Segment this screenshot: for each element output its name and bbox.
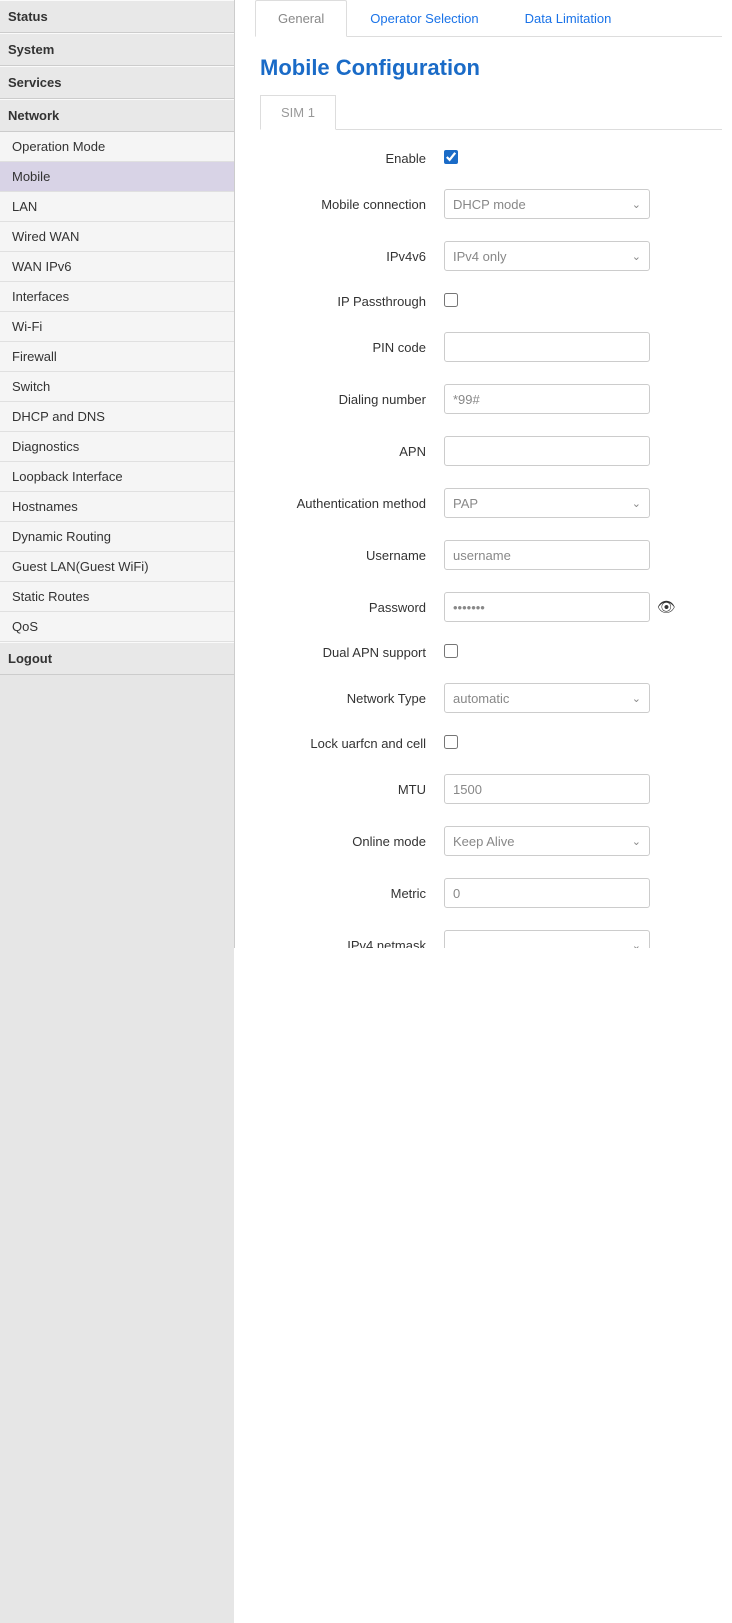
label-network-type: Network Type: [260, 691, 444, 706]
input-dialing-number[interactable]: [444, 384, 650, 414]
sidebar-sub-lan[interactable]: LAN: [0, 192, 234, 222]
tab-data-limitation[interactable]: Data Limitation: [502, 0, 635, 37]
select-value: Keep Alive: [453, 834, 514, 849]
label-mtu: MTU: [260, 782, 444, 797]
sidebar-sub-qos[interactable]: QoS: [0, 612, 234, 642]
label-ipv4v6: IPv4v6: [260, 249, 444, 264]
sidebar-sub-switch[interactable]: Switch: [0, 372, 234, 402]
sidebar-item-system[interactable]: System: [0, 33, 234, 66]
tab-sim1[interactable]: SIM 1: [260, 95, 336, 130]
select-network-type[interactable]: automatic ⌄: [444, 683, 650, 713]
sidebar-item-status[interactable]: Status: [0, 0, 234, 33]
chevron-down-icon: ⌄: [632, 198, 641, 211]
input-metric[interactable]: [444, 878, 650, 908]
label-dialing-number: Dialing number: [260, 392, 444, 407]
select-value: PAP: [453, 496, 478, 511]
input-password[interactable]: [444, 592, 650, 622]
sidebar-fill: [0, 675, 234, 1623]
tab-general[interactable]: General: [255, 0, 347, 37]
config-form: Enable Mobile connection DHCP mode ⌄ IPv…: [260, 150, 722, 948]
select-mobile-connection[interactable]: DHCP mode ⌄: [444, 189, 650, 219]
sidebar-sub-wifi[interactable]: Wi-Fi: [0, 312, 234, 342]
sidebar: Status System Services Network Operation…: [0, 0, 235, 948]
sidebar-item-services[interactable]: Services: [0, 66, 234, 99]
sidebar-sub-firewall[interactable]: Firewall: [0, 342, 234, 372]
chevron-down-icon: ⌄: [632, 497, 641, 510]
sidebar-sub-guest-lan[interactable]: Guest LAN(Guest WiFi): [0, 552, 234, 582]
sidebar-sub-hostnames[interactable]: Hostnames: [0, 492, 234, 522]
input-pin-code[interactable]: [444, 332, 650, 362]
label-password: Password: [260, 600, 444, 615]
checkbox-ip-passthrough[interactable]: [444, 293, 458, 307]
chevron-down-icon: ⌄: [632, 835, 641, 848]
label-ipv4-netmask: IPv4 netmask: [260, 938, 444, 949]
label-apn: APN: [260, 444, 444, 459]
chevron-down-icon: ⌄: [632, 250, 641, 263]
label-enable: Enable: [260, 151, 444, 166]
select-ipv4-netmask[interactable]: ⌄: [444, 930, 650, 948]
label-metric: Metric: [260, 886, 444, 901]
chevron-down-icon: ⌄: [632, 939, 641, 949]
select-value: IPv4 only: [453, 249, 506, 264]
label-lock-uarfcn: Lock uarfcn and cell: [260, 736, 444, 751]
select-auth-method[interactable]: PAP ⌄: [444, 488, 650, 518]
input-apn[interactable]: [444, 436, 650, 466]
label-username: Username: [260, 548, 444, 563]
checkbox-dual-apn[interactable]: [444, 644, 458, 658]
sidebar-sub-mobile[interactable]: Mobile: [0, 162, 234, 192]
label-auth-method: Authentication method: [260, 496, 444, 511]
sidebar-item-network[interactable]: Network: [0, 99, 234, 132]
select-value: automatic: [453, 691, 509, 706]
sidebar-sub-interfaces[interactable]: Interfaces: [0, 282, 234, 312]
sidebar-sub-dynamic-routing[interactable]: Dynamic Routing: [0, 522, 234, 552]
label-online-mode: Online mode: [260, 834, 444, 849]
checkbox-lock-uarfcn[interactable]: [444, 735, 458, 749]
main-content: General Operator Selection Data Limitati…: [235, 0, 732, 948]
sidebar-sub-loopback[interactable]: Loopback Interface: [0, 462, 234, 492]
label-mobile-connection: Mobile connection: [260, 197, 444, 212]
checkbox-enable[interactable]: [444, 150, 458, 164]
label-dual-apn: Dual APN support: [260, 645, 444, 660]
input-username[interactable]: [444, 540, 650, 570]
sidebar-item-logout[interactable]: Logout: [0, 642, 234, 675]
inner-tabs: SIM 1: [260, 95, 722, 130]
page-title: Mobile Configuration: [260, 55, 722, 81]
input-mtu[interactable]: [444, 774, 650, 804]
eye-icon[interactable]: 👁: [657, 598, 676, 616]
sidebar-sub-operation-mode[interactable]: Operation Mode: [0, 132, 234, 162]
chevron-down-icon: ⌄: [632, 692, 641, 705]
sidebar-sub-dhcp-dns[interactable]: DHCP and DNS: [0, 402, 234, 432]
tab-operator-selection[interactable]: Operator Selection: [347, 0, 501, 37]
select-value: DHCP mode: [453, 197, 526, 212]
sidebar-sub-static-routes[interactable]: Static Routes: [0, 582, 234, 612]
sidebar-sub-diagnostics[interactable]: Diagnostics: [0, 432, 234, 462]
select-online-mode[interactable]: Keep Alive ⌄: [444, 826, 650, 856]
sidebar-sub-wired-wan[interactable]: Wired WAN: [0, 222, 234, 252]
sidebar-sub-wan-ipv6[interactable]: WAN IPv6: [0, 252, 234, 282]
label-ip-passthrough: IP Passthrough: [260, 294, 444, 309]
label-pin-code: PIN code: [260, 340, 444, 355]
select-ipv4v6[interactable]: IPv4 only ⌄: [444, 241, 650, 271]
top-tabs: General Operator Selection Data Limitati…: [255, 0, 722, 37]
